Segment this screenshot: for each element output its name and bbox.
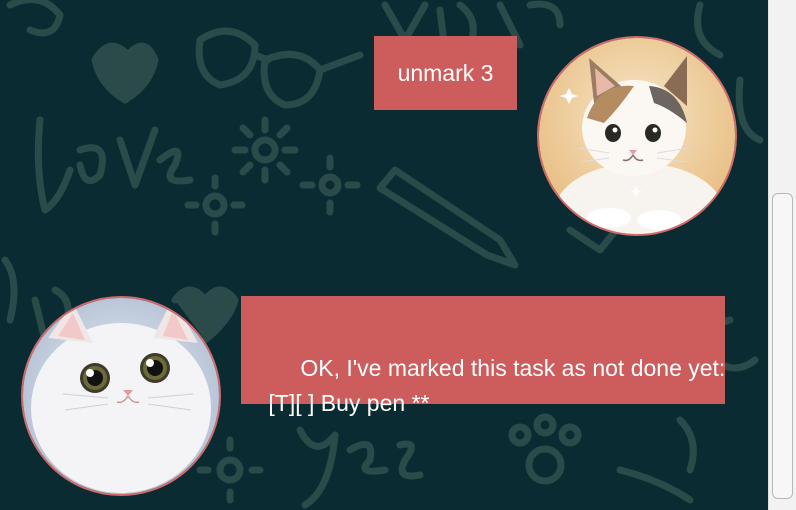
user-avatar [537, 36, 737, 236]
bot-message-bubble: OK, I've marked this task as not done ye… [241, 296, 725, 416]
chat-window: unmark 3 OK, I've marked this task as no… [0, 0, 796, 510]
cat-avatar-tabby-icon [539, 38, 735, 234]
cat-avatar-white-icon [23, 298, 219, 494]
bot-avatar [21, 296, 221, 496]
chat-area: unmark 3 OK, I've marked this task as no… [0, 0, 768, 510]
scrollbar-thumb[interactable] [772, 193, 793, 499]
vertical-scrollbar[interactable] [768, 0, 796, 510]
user-message-bubble: unmark 3 [374, 36, 517, 110]
bot-message-text: OK, I've marked this task as not done ye… [268, 355, 726, 416]
user-message-text: unmark 3 [397, 59, 494, 86]
